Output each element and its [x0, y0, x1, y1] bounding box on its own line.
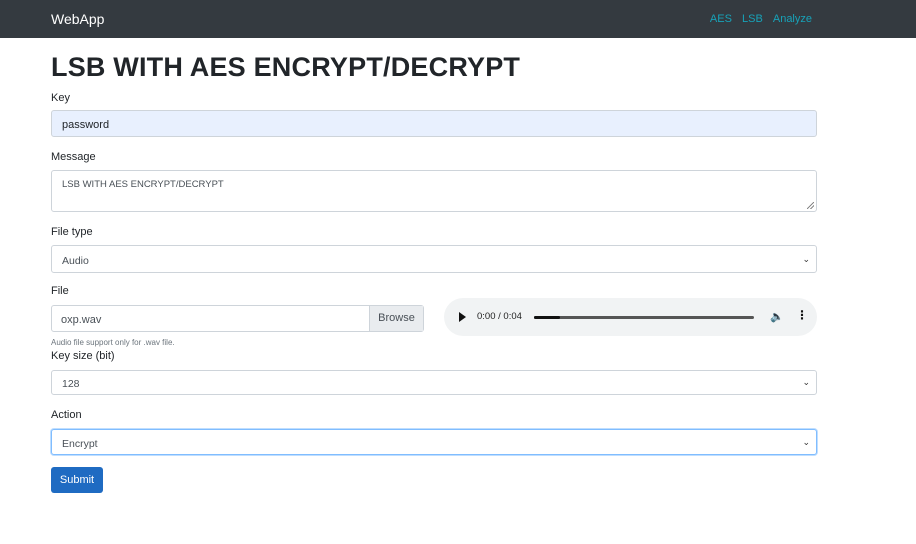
key-input-value: password [62, 119, 110, 131]
file-help-text: Audio file support only for .wav file. [51, 338, 175, 347]
message-textarea-value: LSB WITH AES ENCRYPT/DECRYPT [62, 179, 224, 190]
message-label: Message [51, 151, 96, 163]
volume-icon[interactable]: 🔈 [770, 310, 784, 323]
audio-progress-fill [534, 316, 561, 319]
page-title: LSB WITH AES ENCRYPT/DECRYPT [51, 52, 521, 82]
key-input[interactable]: password [51, 110, 817, 137]
file-type-selected-value: Audio [62, 255, 89, 267]
key-size-select[interactable]: 128 ⌄ [51, 370, 817, 395]
brand-logo-text[interactable]: WebApp [51, 11, 104, 27]
browse-button[interactable]: Browse [369, 306, 423, 331]
audio-progress-bar[interactable] [534, 316, 754, 319]
nav-links: AES LSB Analyze [703, 13, 812, 25]
more-options-icon[interactable]: ⋮ [796, 308, 808, 322]
audio-player: 0:00 / 0:04 🔈 ⋮ [444, 298, 817, 336]
chevron-down-icon: ⌄ [802, 437, 810, 447]
action-select[interactable]: Encrypt ⌄ [51, 429, 817, 455]
message-textarea[interactable]: LSB WITH AES ENCRYPT/DECRYPT [51, 170, 817, 212]
file-type-select[interactable]: Audio ⌄ [51, 245, 817, 273]
nav-link-analyze[interactable]: Analyze [773, 13, 812, 25]
file-name: oxp.wav [61, 314, 102, 326]
chevron-down-icon: ⌄ [802, 254, 810, 264]
nav-link-lsb[interactable]: LSB [742, 13, 763, 25]
file-input[interactable]: oxp.wav Browse [51, 305, 424, 332]
top-navbar: WebApp AES LSB Analyze [0, 0, 916, 38]
key-label: Key [51, 92, 70, 104]
resize-handle-icon[interactable] [807, 202, 814, 209]
action-selected-value: Encrypt [62, 438, 98, 450]
action-label: Action [51, 409, 82, 421]
nav-link-aes[interactable]: AES [710, 13, 732, 25]
key-size-label: Key size (bit) [51, 350, 115, 362]
key-size-selected-value: 128 [62, 378, 80, 390]
file-type-label: File type [51, 226, 93, 238]
file-label: File [51, 285, 69, 297]
submit-button[interactable]: Submit [51, 467, 103, 493]
chevron-down-icon: ⌄ [802, 377, 810, 387]
audio-time: 0:00 / 0:04 [477, 311, 522, 322]
play-icon[interactable] [459, 312, 466, 322]
